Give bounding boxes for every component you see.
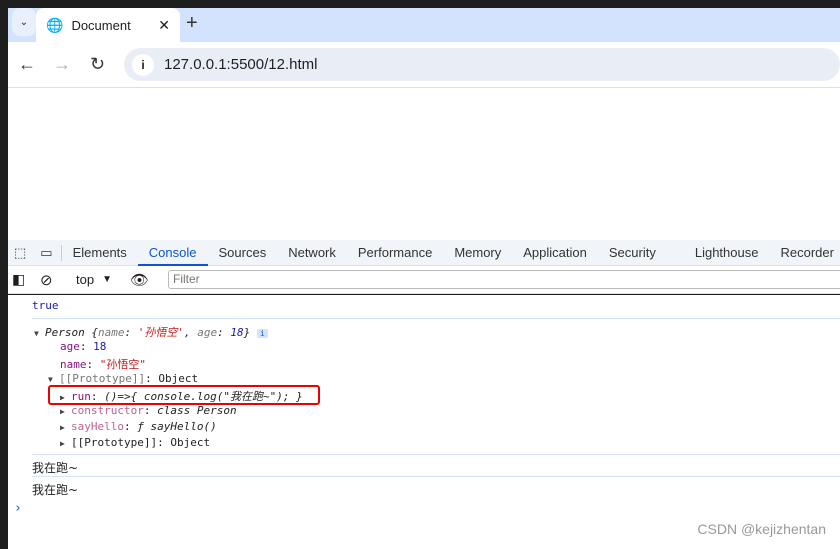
tab-performance[interactable]: Performance	[347, 240, 443, 266]
console-prompt-icon[interactable]: ›	[14, 501, 22, 516]
info-icon[interactable]: i	[132, 53, 154, 76]
tab-recorder[interactable]: Recorder	[769, 240, 840, 266]
url-text: 127.0.0.1:5500/12.html	[164, 56, 318, 73]
info-badge-icon[interactable]: i	[256, 329, 268, 338]
highlight-box	[48, 385, 320, 405]
property-prototype-nested[interactable]: ▶ [[Prototype]]: Object	[60, 436, 210, 449]
collapsed-triangle-icon[interactable]: ▶	[60, 423, 71, 432]
forward-icon[interactable]: →	[53, 54, 71, 75]
tab-search-button[interactable]: ⌄	[12, 8, 36, 36]
reload-icon[interactable]: ↻	[90, 54, 105, 75]
new-tab-button[interactable]: +	[186, 12, 198, 35]
tab-elements[interactable]: Elements	[62, 240, 138, 266]
tab-security[interactable]: Security	[598, 240, 684, 266]
property-constructor[interactable]: ▶ constructor: class Person	[60, 404, 237, 417]
property-sayhello[interactable]: ▶ sayHello: ƒ sayHello()	[60, 420, 217, 433]
eye-icon[interactable]: 👁	[130, 271, 149, 289]
expanded-triangle-icon[interactable]: ▼	[48, 375, 59, 384]
collapsed-triangle-icon[interactable]: ▶	[60, 439, 71, 448]
brace: }	[243, 326, 251, 339]
chevron-down-icon: ⌄	[19, 16, 29, 28]
preview-key: name	[98, 326, 125, 339]
back-icon[interactable]: ←	[18, 54, 36, 75]
device-toolbar-icon[interactable]: ▭	[32, 244, 62, 261]
property-prototype[interactable]: ▼ [[Prototype]]: Object	[48, 372, 198, 385]
console-message: 我在跑~	[32, 477, 840, 501]
dropdown-arrow-icon[interactable]: ▼	[102, 274, 112, 285]
close-tab-icon[interactable]: ✕	[158, 17, 170, 34]
page-content	[8, 88, 840, 240]
preview-value: '孙悟空'	[137, 326, 184, 339]
log-text: 我在跑~	[32, 483, 79, 497]
filter-input[interactable]: Filter	[168, 270, 840, 289]
property-name: name: "孙悟空"	[60, 358, 146, 371]
tab-application[interactable]: Application	[512, 240, 598, 266]
expanded-triangle-icon[interactable]: ▼	[34, 329, 45, 338]
context-selector[interactable]: top	[76, 272, 94, 287]
tab-console[interactable]: Console	[137, 240, 208, 266]
console-message: 我在跑~	[32, 455, 840, 477]
console-toolbar: ◧ ⊘ top ▼ 👁 Filter	[8, 266, 840, 294]
toolbar: ← → ↻ i 127.0.0.1:5500/12.html	[8, 42, 840, 88]
devtools-tabs: ⬚ ▭ Elements Console Sources Network Per…	[8, 240, 840, 266]
tab-sources[interactable]: Sources	[208, 240, 278, 266]
preview-key: age	[197, 326, 218, 339]
address-bar[interactable]: i 127.0.0.1:5500/12.html	[124, 48, 840, 81]
inspect-icon[interactable]: ⬚	[8, 240, 32, 266]
sidebar-toggle-icon[interactable]: ◧	[12, 271, 36, 288]
value-true: true	[32, 299, 59, 312]
tab-network[interactable]: Network	[277, 240, 347, 266]
log-text: 我在跑~	[32, 461, 79, 475]
collapsed-triangle-icon[interactable]: ▶	[60, 407, 71, 416]
class-name: Person	[45, 326, 85, 339]
tab-title: Document	[71, 17, 131, 33]
property-age: age: 18	[60, 340, 107, 353]
console-output: true ▼ Person {name: '孙悟空', age: 18} i ag…	[8, 295, 840, 549]
clear-console-icon[interactable]: ⊘	[36, 271, 62, 289]
tab-memory[interactable]: Memory	[443, 240, 512, 266]
object-header[interactable]: ▼ Person {name: '孙悟空', age: 18} i	[34, 324, 268, 340]
tab-strip: ⌄ 🌐 Document ✕ +	[8, 8, 840, 42]
console-message: true	[32, 295, 840, 319]
globe-icon: 🌐	[46, 16, 64, 33]
watermark: CSDN @kejizhentan	[697, 521, 826, 537]
browser-tab[interactable]: 🌐 Document ✕	[36, 8, 180, 42]
brace: {	[84, 326, 98, 339]
preview-value: 18	[230, 326, 244, 339]
tab-lighthouse[interactable]: Lighthouse	[684, 240, 770, 266]
